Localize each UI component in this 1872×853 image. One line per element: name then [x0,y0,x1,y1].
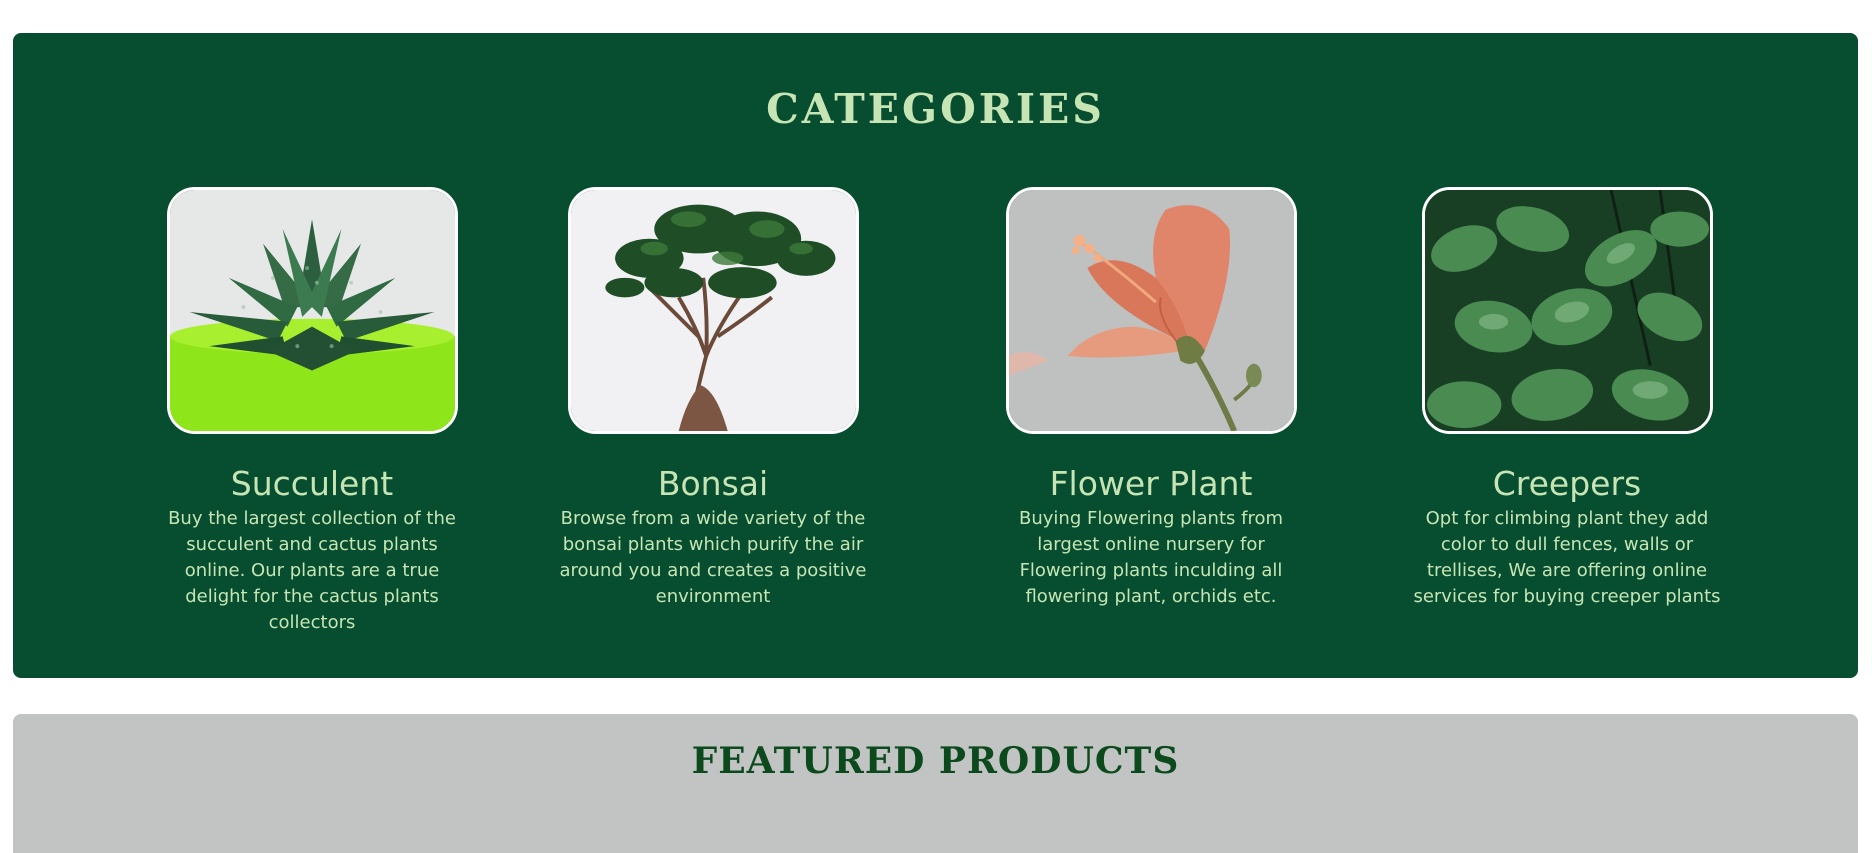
categories-section: CATEGORIES Succulent Buy the largest col… [13,33,1858,678]
categories-title: CATEGORIES [766,85,1105,133]
page: CATEGORIES Succulent Buy the largest col… [0,0,1872,853]
category-description: Opt for climbing plant they add color to… [1413,508,1721,607]
category-description: Browse from a wide variety of the bonsai… [559,508,867,607]
category-description: Buy the largest collection of the succul… [168,508,456,633]
category-card-succulent[interactable]: Succulent Buy the largest collection of … [102,187,522,636]
bonsai-image[interactable] [567,187,859,434]
creepers-image[interactable] [1421,187,1713,434]
flower-plant-image[interactable] [1005,187,1297,434]
category-card-flower-plant[interactable]: Flower Plant Buying Flowering plants fro… [941,187,1361,610]
category-description: Buying Flowering plants from largest onl… [1019,508,1283,607]
category-card-bonsai[interactable]: Bonsai Browse from a wide variety of the… [503,187,923,610]
category-name[interactable]: Creepers [1357,462,1777,506]
category-card-creepers[interactable]: Creepers Opt for climbing plant they add… [1357,187,1777,610]
category-name[interactable]: Flower Plant [941,462,1361,506]
featured-products-section: FEATURED PRODUCTS [13,714,1858,853]
featured-products-title: FEATURED PRODUCTS [691,740,1180,782]
category-name[interactable]: Succulent [102,462,522,506]
succulent-image[interactable] [166,187,458,434]
category-name[interactable]: Bonsai [503,462,923,506]
